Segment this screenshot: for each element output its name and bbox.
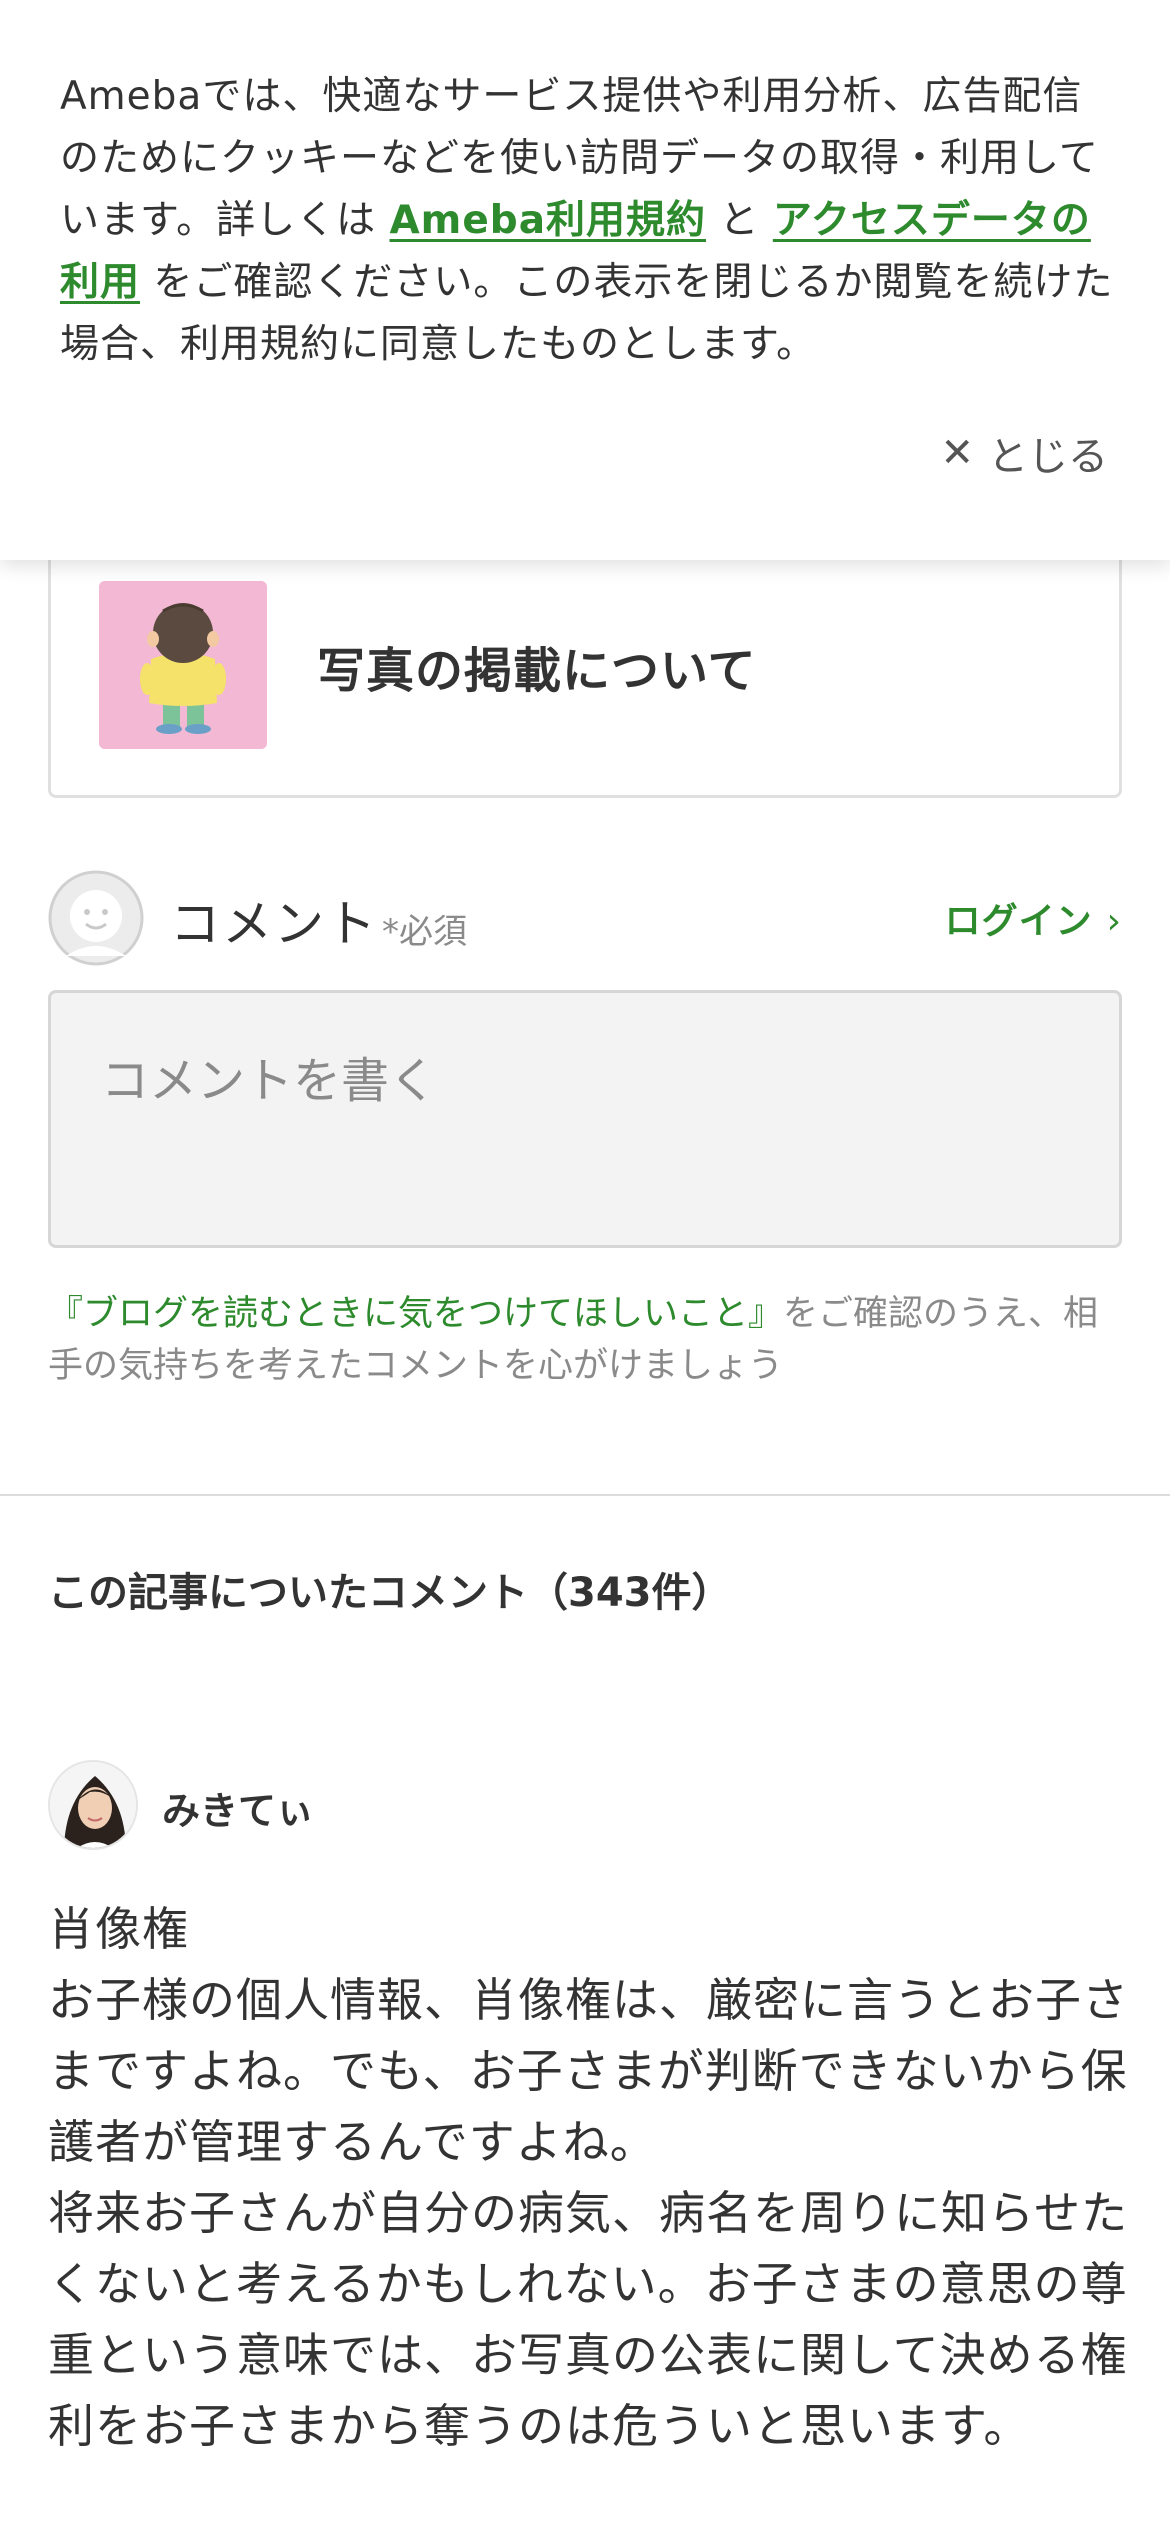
login-label[interactable]: ログイン (945, 901, 1093, 942)
related-article-thumbnail (99, 581, 267, 749)
comment-label: コメント (170, 895, 378, 953)
comment-line: 肖像権 (48, 1902, 189, 1956)
cookie-close-button[interactable]: ✕ とじる (940, 424, 1108, 482)
cookie-close-label[interactable]: とじる (988, 424, 1108, 482)
cookie-text-part: と (706, 198, 773, 243)
comment-form-header: コメント *必須 ログイン › (48, 870, 1122, 966)
comment-guideline: 『ブログを読むときに気をつけてほしいこと』をご確認のうえ、相手の気持ちを考えたコ… (48, 1288, 1128, 1392)
comment-body: 肖像権 お子様の個人情報、肖像権は、厳密に言うとお子さまですよね。でも、お子さま… (48, 1894, 1138, 2462)
comment-line: 将来お子さんが自分の病気、病名を周りに知らせたくないと考えるかもしれない。お子さ… (48, 2186, 1129, 2453)
cookie-consent-banner: Amebaでは、快適なサービス提供や利用分析、広告配信のためにクッキーなどを使い… (0, 0, 1170, 560)
terms-link[interactable]: Ameba利用規約 (390, 198, 707, 243)
login-link[interactable]: ログイン › (945, 892, 1122, 944)
close-icon[interactable]: ✕ (940, 430, 974, 476)
comment-author[interactable]: みきてぃ (48, 1760, 648, 1850)
related-article-title[interactable]: 写真の掲載について (317, 631, 757, 701)
guideline-link[interactable]: 『ブログを読むときに気をつけてほしいこと』 (48, 1294, 783, 1334)
cookie-text-part: をご確認ください。この表示を閉じるか閲覧を続けた場合、利用規約に同意したものとし… (60, 260, 1114, 367)
comment-line: お子様の個人情報、肖像権は、厳密に言うとお子さまですよね。でも、お子さまが判断で… (48, 1973, 1129, 2169)
chevron-right-icon: › (1106, 901, 1122, 942)
cookie-consent-text: Amebaでは、快適なサービス提供や利用分析、広告配信のためにクッキーなどを使い… (60, 66, 1120, 376)
comments-header: この記事についたコメント（343件） (48, 1570, 732, 1616)
avatar[interactable] (48, 1760, 138, 1850)
comment-input[interactable] (48, 990, 1122, 1248)
default-avatar-icon (48, 870, 144, 966)
comment-author-name[interactable]: みきてぃ (162, 1780, 314, 1835)
child-illustration-icon (99, 581, 267, 749)
required-marker: *必須 (382, 912, 467, 952)
section-divider (0, 1494, 1170, 1496)
